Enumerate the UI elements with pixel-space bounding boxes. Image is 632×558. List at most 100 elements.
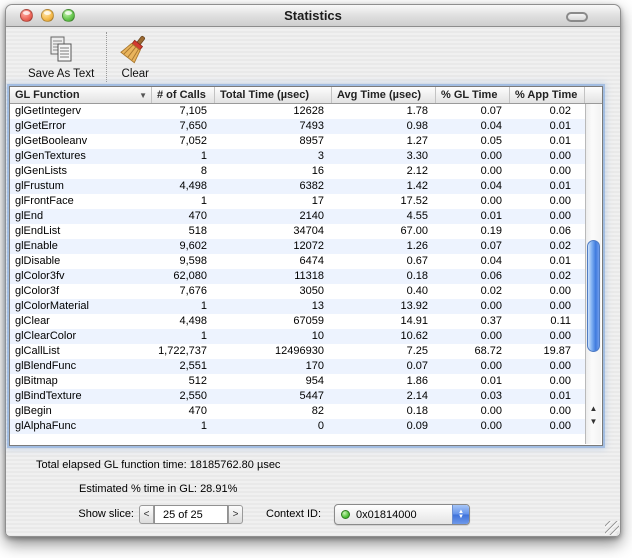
table-cell: 6474 bbox=[299, 255, 324, 267]
footer: Total elapsed GL function time: 18185762… bbox=[6, 446, 620, 536]
table-row[interactable]: glAlphaFunc 1 0 0.09 0.00 0.00 bbox=[10, 419, 585, 434]
table-row[interactable]: glBitmap 512 954 1.86 0.01 0.00 bbox=[10, 374, 585, 389]
column-header[interactable]: % App Time bbox=[510, 87, 585, 103]
table-row[interactable]: glColor3f 7,676 3050 0.40 0.02 0.00 bbox=[10, 284, 585, 299]
column-header[interactable]: # of Calls bbox=[152, 87, 215, 103]
table-cell: 17 bbox=[311, 195, 324, 207]
scroll-down-icon[interactable]: ▼ bbox=[586, 415, 601, 428]
column-header[interactable]: Avg Time (µsec) bbox=[332, 87, 436, 103]
table-cell: glEndList bbox=[15, 225, 61, 237]
table-cell: 7,105 bbox=[179, 105, 207, 117]
table-row[interactable]: glClearColor 1 10 10.62 0.00 0.00 bbox=[10, 329, 585, 344]
save-as-text-button[interactable]: Save As Text bbox=[18, 32, 104, 82]
table-row[interactable]: glCallList 1,722,737 12496930 7.25 68.72 19.8… bbox=[10, 344, 585, 359]
table-row[interactable]: glDisable 9,598 6474 0.67 0.04 0.01 bbox=[10, 254, 585, 269]
table-row[interactable]: glClear 4,498 67059 14.91 0.37 0.11 bbox=[10, 314, 585, 329]
table-row[interactable]: glFrontFace 1 17 17.52 0.00 0.00 bbox=[10, 194, 585, 209]
table-cell: 0.00 bbox=[549, 405, 571, 417]
table-cell: glClear bbox=[15, 315, 50, 327]
column-header[interactable]: Total Time (µsec) bbox=[215, 87, 332, 103]
table-row[interactable]: glGetIntegerv 7,105 12628 1.78 0.07 0.02 bbox=[10, 104, 585, 119]
title-bar[interactable]: Statistics bbox=[6, 5, 620, 27]
scrollbar-thumb[interactable] bbox=[587, 240, 600, 352]
column-header[interactable]: GL Function ▼ bbox=[10, 87, 152, 103]
table-cell: 13.92 bbox=[400, 300, 428, 312]
slice-previous-button[interactable]: < bbox=[139, 505, 154, 524]
table-cell: 0.00 bbox=[480, 300, 502, 312]
table-cell: glEnable bbox=[15, 240, 58, 252]
table-row[interactable]: glGetError 7,650 7493 0.98 0.04 0.01 bbox=[10, 119, 585, 134]
toolbar-separator bbox=[106, 32, 108, 82]
table-cell: 3.30 bbox=[406, 150, 428, 162]
table-cell: glAlphaFunc bbox=[15, 420, 77, 432]
table-cell: glColor3fv bbox=[15, 270, 65, 282]
table-cell: 1 bbox=[200, 330, 207, 342]
table-cell: 0.04 bbox=[480, 120, 502, 132]
table-row[interactable]: glBegin 470 82 0.18 0.00 0.00 bbox=[10, 404, 585, 419]
table-cell: glCallList bbox=[15, 345, 60, 357]
table-row[interactable]: glColor3fv 62,080 11318 0.18 0.06 0.02 bbox=[10, 269, 585, 284]
table-cell: 6382 bbox=[299, 180, 324, 192]
table-cell: 11318 bbox=[294, 270, 324, 282]
gl-percent-value: 28.91% bbox=[200, 483, 238, 495]
table-cell: 67059 bbox=[293, 315, 324, 327]
table-cell: 9,602 bbox=[179, 240, 207, 252]
table-cell: 0.01 bbox=[480, 375, 502, 387]
table-row[interactable]: glGenLists 8 16 2.12 0.00 0.00 bbox=[10, 164, 585, 179]
table-cell: 0.01 bbox=[549, 180, 571, 192]
context-status-icon bbox=[341, 510, 350, 519]
table-cell: 0.06 bbox=[549, 225, 571, 237]
slice-input[interactable] bbox=[154, 505, 228, 524]
table-cell: glDisable bbox=[15, 255, 61, 267]
table-cell: glBitmap bbox=[15, 375, 58, 387]
table-cell: 34704 bbox=[293, 225, 324, 237]
table-row[interactable]: glGenTextures 1 3 3.30 0.00 0.00 bbox=[10, 149, 585, 164]
table-cell: 0.00 bbox=[549, 375, 571, 387]
table-row[interactable]: glBlendFunc 2,551 170 0.07 0.00 0.00 bbox=[10, 359, 585, 374]
table-cell: 0.00 bbox=[480, 405, 502, 417]
table-row[interactable]: glFrustum 4,498 6382 1.42 0.04 0.01 bbox=[10, 179, 585, 194]
table-row[interactable]: glEndList 518 34704 67.00 0.19 0.06 bbox=[10, 224, 585, 239]
save-as-text-icon bbox=[50, 36, 72, 62]
table-row[interactable]: glColorMaterial 1 13 13.92 0.00 0.00 bbox=[10, 299, 585, 314]
table-cell: 1.26 bbox=[406, 240, 428, 252]
slice-next-button[interactable]: > bbox=[228, 505, 243, 524]
clear-button[interactable]: Clear bbox=[109, 32, 161, 82]
table-cell: 0.00 bbox=[549, 360, 571, 372]
toolbar-toggle-button[interactable] bbox=[566, 12, 588, 22]
table-cell: 470 bbox=[188, 405, 207, 417]
table-row[interactable]: glBindTexture 2,550 5447 2.14 0.03 0.01 bbox=[10, 389, 585, 404]
table-cell: 0.40 bbox=[406, 285, 428, 297]
table-cell: 1.86 bbox=[406, 375, 428, 387]
table-cell: glColorMaterial bbox=[15, 300, 89, 312]
table-cell: 0.00 bbox=[480, 330, 502, 342]
table-cell: 4,498 bbox=[179, 315, 207, 327]
table-cell: 0.01 bbox=[549, 120, 571, 132]
table-cell: 8 bbox=[200, 165, 207, 177]
table-row[interactable]: glEnd 470 2140 4.55 0.01 0.00 bbox=[10, 209, 585, 224]
table-cell: 14.91 bbox=[400, 315, 428, 327]
table-header: GL Function ▼ # of Calls Total Time (µsec) A… bbox=[10, 87, 602, 104]
table-cell: glGetError bbox=[15, 120, 66, 132]
table-cell: 4,498 bbox=[179, 180, 207, 192]
resize-grip[interactable] bbox=[605, 521, 619, 535]
context-id-popup[interactable]: 0x01814000 ▲ ▼ bbox=[334, 504, 470, 525]
table-cell: 0.01 bbox=[549, 255, 571, 267]
window-title: Statistics bbox=[284, 8, 342, 23]
table-cell: 1.27 bbox=[406, 135, 428, 147]
table-cell: glGenTextures bbox=[15, 150, 86, 162]
table-cell: 0.18 bbox=[406, 270, 428, 282]
column-header[interactable]: % GL Time bbox=[436, 87, 510, 103]
table-cell: 7,650 bbox=[179, 120, 207, 132]
table-cell: glEnd bbox=[15, 210, 44, 222]
table-cell: 954 bbox=[305, 375, 324, 387]
table-row[interactable]: glEnable 9,602 12072 1.26 0.07 0.02 bbox=[10, 239, 585, 254]
table-cell: 0.01 bbox=[549, 135, 571, 147]
vertical-scrollbar[interactable]: ▲ ▼ bbox=[585, 104, 601, 444]
table-cell: 0.02 bbox=[549, 240, 571, 252]
scroll-up-icon[interactable]: ▲ bbox=[586, 402, 601, 415]
table-cell: 62,080 bbox=[173, 270, 207, 282]
table-cell: 1 bbox=[200, 300, 207, 312]
table-cell: 12628 bbox=[293, 105, 324, 117]
table-row[interactable]: glGetBooleanv 7,052 8957 1.27 0.05 0.01 bbox=[10, 134, 585, 149]
